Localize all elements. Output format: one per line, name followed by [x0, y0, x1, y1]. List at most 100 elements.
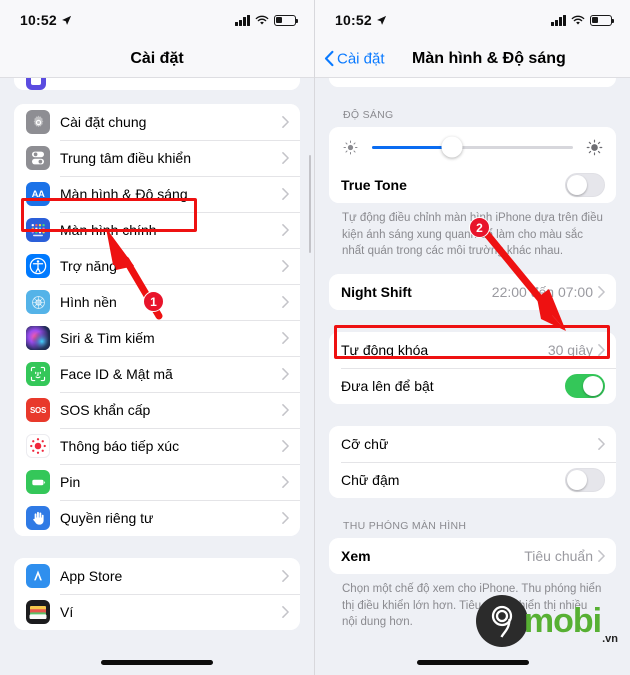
sidebar-item-emergency-sos[interactable]: SOS SOS khẩn cấp [14, 392, 300, 428]
settings-main-group: Cài đặt chung Trung tâm điều khiển AA Mà… [14, 104, 300, 536]
chevron-right-icon [282, 332, 289, 344]
sidebar-item-label: Pin [60, 474, 81, 490]
list-item[interactable] [14, 78, 300, 90]
nav-bar-right: Cài đặt Màn hình & Độ sáng [315, 40, 630, 78]
night-shift-row[interactable]: Night Shift 22:00 đến 07:00 [329, 274, 616, 311]
sidebar-item-wallet[interactable]: Ví [14, 594, 300, 630]
partial-group-top [329, 78, 616, 87]
annotation-badge-1: 1 [143, 291, 164, 312]
sidebar-item-face-id[interactable]: Face ID & Mật mã [14, 356, 300, 392]
status-bar-clock-group: 10:52 [335, 12, 387, 28]
home-indicator-right [416, 660, 529, 665]
sidebar-item-label: Trợ năng [60, 258, 117, 274]
sidebar-item-battery[interactable]: Pin [14, 464, 300, 500]
auto-lock-value: 30 giây [547, 342, 593, 359]
watermark-tld: .vn [602, 633, 618, 645]
sidebar-item-accessibility[interactable]: Trợ năng [14, 248, 300, 284]
chevron-right-icon [282, 512, 289, 524]
cellular-signal-icon [551, 14, 566, 26]
back-button-label: Cài đặt [337, 50, 385, 67]
battery-low-icon [274, 14, 299, 26]
brightness-slider-knob[interactable] [441, 136, 463, 158]
display-brightness-screen: 10:52 Cài đặt Màn hình & Độ sáng ĐỘ SÁNG… [315, 0, 630, 675]
sidebar-item-control-center[interactable]: Trung tâm điều khiển [14, 140, 300, 176]
status-bar-left: 10:52 [0, 0, 314, 40]
sidebar-item-home-screen[interactable]: Màn hình chính [14, 212, 300, 248]
display-scroll-area[interactable]: ĐỘ SÁNG True Tone Tự động điều chỉnh màn… [315, 78, 630, 675]
sidebar-item-label: Màn hình & Độ sáng [60, 186, 188, 202]
chevron-right-icon [598, 344, 605, 356]
battery-icon [26, 470, 50, 494]
bold-text-label: Chữ đậm [341, 472, 400, 489]
home-screen-icon [26, 218, 50, 242]
watermark-brand: mobi [523, 602, 602, 640]
brightness-slider-fill [372, 145, 453, 149]
raise-to-wake-label: Đưa lên để bật [341, 378, 434, 395]
location-arrow-icon [376, 15, 386, 25]
sidebar-item-app-store[interactable]: App Store [14, 558, 300, 594]
cellular-signal-icon [235, 14, 250, 26]
auto-lock-row[interactable]: Tự động khóa 30 giây [329, 332, 616, 369]
true-tone-toggle[interactable] [565, 173, 605, 197]
scrollbar-left[interactable] [308, 155, 311, 253]
sidebar-item-display-brightness[interactable]: AA Màn hình & Độ sáng [14, 176, 300, 212]
text-size-label: Cỡ chữ [341, 436, 389, 453]
wifi-icon [571, 15, 585, 25]
chevron-right-icon [282, 260, 289, 272]
gear-icon [26, 110, 50, 134]
bold-text-row[interactable]: Chữ đậm [329, 462, 616, 499]
chevron-right-icon [282, 570, 289, 582]
lock-group: Tự động khóa 30 giây Đưa lên để bật [329, 332, 616, 405]
chevron-right-icon [598, 286, 605, 298]
privacy-hand-icon [26, 506, 50, 530]
brightness-slider-track[interactable] [372, 136, 573, 158]
page-title: Màn hình & Độ sáng [412, 49, 566, 67]
watermark-9mobi: mobi .vn [475, 595, 618, 647]
sidebar-item-label: Trung tâm điều khiển [60, 150, 191, 166]
location-arrow-icon [61, 15, 71, 25]
sidebar-item-siri-search[interactable]: Siri & Tìm kiếm [14, 320, 300, 356]
back-button[interactable]: Cài đặt [324, 50, 385, 67]
auto-lock-label: Tự động khóa [341, 342, 429, 359]
brightness-high-icon [586, 139, 603, 155]
battery-low-icon [590, 14, 615, 26]
sidebar-item-label: Cài đặt chung [60, 114, 147, 130]
chevron-right-icon [282, 116, 289, 128]
settings-scroll-area[interactable]: Cài đặt chung Trung tâm điều khiển AA Mà… [0, 78, 314, 675]
bold-text-toggle[interactable] [565, 468, 605, 493]
chevron-right-icon [598, 550, 605, 562]
status-bar-clock-group: 10:52 [20, 12, 72, 28]
chevron-right-icon [282, 440, 289, 452]
text-size-row[interactable]: Cỡ chữ [329, 426, 616, 463]
wifi-icon [255, 15, 269, 25]
app-store-icon [26, 564, 50, 588]
siri-icon [26, 326, 50, 350]
chevron-right-icon [598, 438, 605, 450]
wallet-icon [26, 600, 50, 624]
sidebar-item-general[interactable]: Cài đặt chung [14, 104, 300, 140]
partial-group-top [14, 78, 300, 90]
clock-time: 10:52 [20, 12, 57, 28]
face-id-icon [26, 362, 50, 386]
sidebar-item-privacy[interactable]: Quyền riêng tư [14, 500, 300, 536]
sidebar-item-exposure-notifications[interactable]: Thông báo tiếp xúc [14, 428, 300, 464]
sidebar-item-label: Ví [60, 604, 74, 620]
raise-to-wake-toggle[interactable] [565, 374, 605, 399]
chevron-right-icon [282, 606, 289, 618]
sidebar-item-label: Quyền riêng tư [60, 510, 154, 526]
brightness-slider-row[interactable] [329, 127, 616, 167]
view-value: Tiêu chuẩn [524, 548, 593, 565]
sidebar-item-label: SOS khẩn cấp [60, 402, 151, 418]
true-tone-label: True Tone [341, 177, 407, 193]
section-header-display-zoom: THU PHÓNG MÀN HÌNH [343, 520, 467, 533]
status-bar-indicators [235, 14, 299, 26]
status-bar-right: 10:52 [315, 0, 630, 40]
sidebar-item-label: App Store [60, 568, 123, 584]
true-tone-row[interactable]: True Tone [329, 167, 616, 203]
chevron-right-icon [282, 152, 289, 164]
raise-to-wake-row[interactable]: Đưa lên để bật [329, 368, 616, 405]
brightness-low-icon [343, 140, 358, 154]
purple-app-icon [26, 78, 46, 90]
view-row[interactable]: Xem Tiêu chuẩn [329, 538, 616, 575]
nine-spiral-icon [491, 605, 513, 638]
